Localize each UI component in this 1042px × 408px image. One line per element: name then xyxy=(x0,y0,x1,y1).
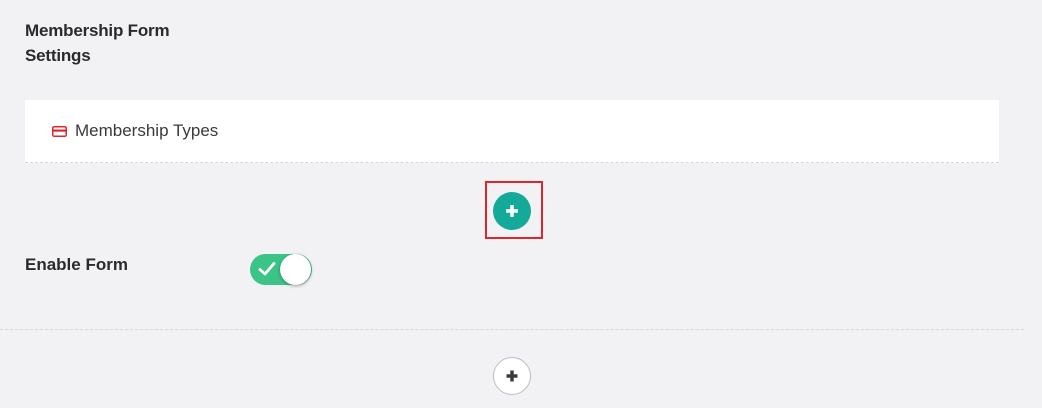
enable-form-label: Enable Form xyxy=(25,255,128,274)
add-section-button[interactable] xyxy=(493,357,531,395)
checkmark-icon xyxy=(258,262,276,276)
add-field-button[interactable] xyxy=(493,192,531,230)
toggle-knob xyxy=(280,254,311,285)
membership-types-card[interactable]: Membership Types xyxy=(25,100,999,163)
membership-form-settings-page: Membership Form Settings Membership Type… xyxy=(0,0,1042,408)
credit-card-icon xyxy=(52,126,67,137)
plus-icon xyxy=(506,370,518,382)
section-divider xyxy=(0,329,1024,330)
plus-icon xyxy=(506,205,518,217)
enable-form-toggle[interactable] xyxy=(250,254,312,285)
membership-types-label: Membership Types xyxy=(75,121,219,140)
section-title: Membership Form Settings xyxy=(25,21,170,65)
